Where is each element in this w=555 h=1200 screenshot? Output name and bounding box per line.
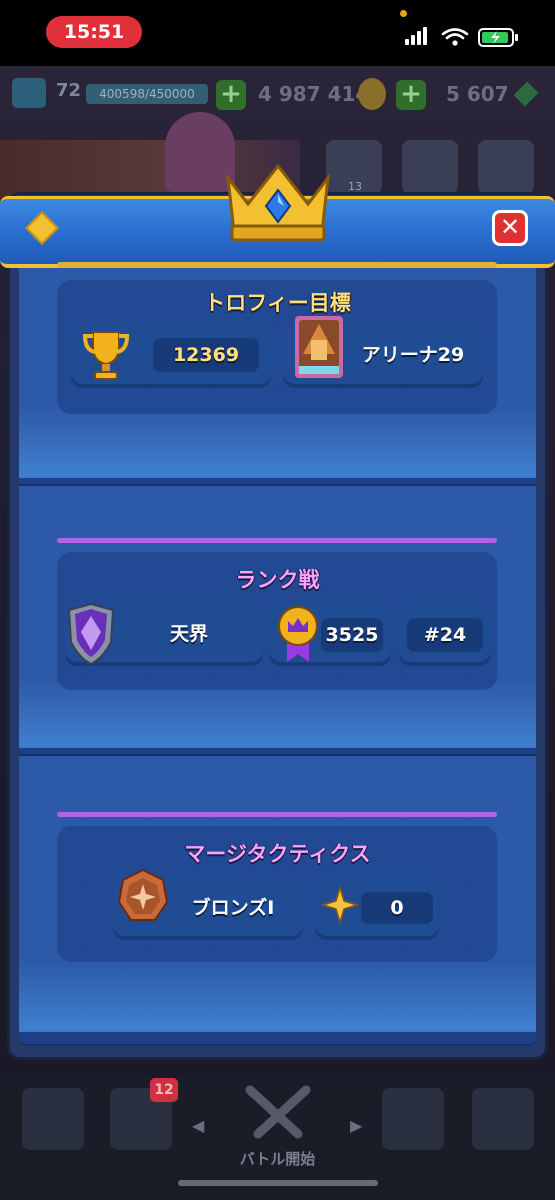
tactics-points: 0 [361, 892, 433, 924]
arena-name: アリーナ29 [361, 344, 465, 366]
tactics-league: ブロンズI [191, 897, 275, 919]
crown-icon [225, 163, 331, 242]
gold-amount: 4 987 414 [258, 82, 370, 106]
nav-battle-icon [245, 1085, 311, 1139]
battery-icon [478, 28, 518, 47]
arena-icon [295, 316, 343, 378]
gem-amount: 5 607 [446, 82, 509, 106]
close-button[interactable]: ✕ [492, 210, 528, 246]
trophy-section: トロフィー目標 12369 アリーナ29 [19, 262, 536, 478]
ranked-rank: #24 [407, 618, 483, 652]
nav-left-arrow-icon: ◀ [192, 1116, 205, 1135]
section-divider [57, 538, 497, 543]
nav-right-arrow-icon: ▶ [350, 1116, 363, 1135]
wifi-icon [441, 28, 469, 40]
league-shield-icon [67, 602, 115, 666]
nav-events-icon [472, 1088, 534, 1150]
nav-clan-icon [382, 1088, 444, 1150]
trophy-title: トロフィー目標 [204, 291, 351, 315]
menu-button [478, 140, 534, 194]
trophy-icon [82, 331, 130, 380]
bronze-league-icon [117, 868, 169, 921]
ranked-section: ランク戦 天界 3525 #24 [19, 486, 536, 750]
add-gold-button: + [216, 80, 246, 110]
trophy-count: 12369 [153, 338, 259, 372]
home-indicator [178, 1180, 378, 1186]
player-badge-icon [12, 78, 46, 108]
status-time: 15:51 [46, 16, 142, 48]
nav-cards-badge: 12 [150, 1078, 178, 1102]
section-separator [19, 746, 536, 756]
add-gems-button: + [396, 80, 426, 110]
player-level: 72 [56, 80, 82, 101]
section-separator [19, 476, 536, 486]
status-icons [405, 27, 518, 47]
friends-count: 13 [348, 180, 362, 193]
sparkle-icon [321, 886, 359, 924]
tactics-section: マージタクティクス ブロンズI 0 [19, 756, 536, 1032]
crown-medal-icon [278, 606, 318, 662]
privacy-indicator-icon [400, 10, 407, 17]
section-divider [57, 262, 497, 268]
ranked-league: 天界 [169, 623, 208, 645]
nav-shop-icon [22, 1088, 84, 1150]
ranked-rating: 3525 [321, 618, 383, 652]
xp-bar: 400598/450000 [86, 84, 208, 104]
news-button [402, 140, 458, 194]
section-divider [57, 812, 497, 817]
tactics-title: マージタクティクス [184, 842, 371, 866]
nav-battle-label: バトル開始 [239, 1150, 316, 1168]
gold-coin-icon [358, 78, 386, 110]
modal-bottom-rim [19, 1030, 536, 1046]
ranked-title: ランク戦 [235, 568, 320, 592]
signal-icon [405, 27, 427, 45]
